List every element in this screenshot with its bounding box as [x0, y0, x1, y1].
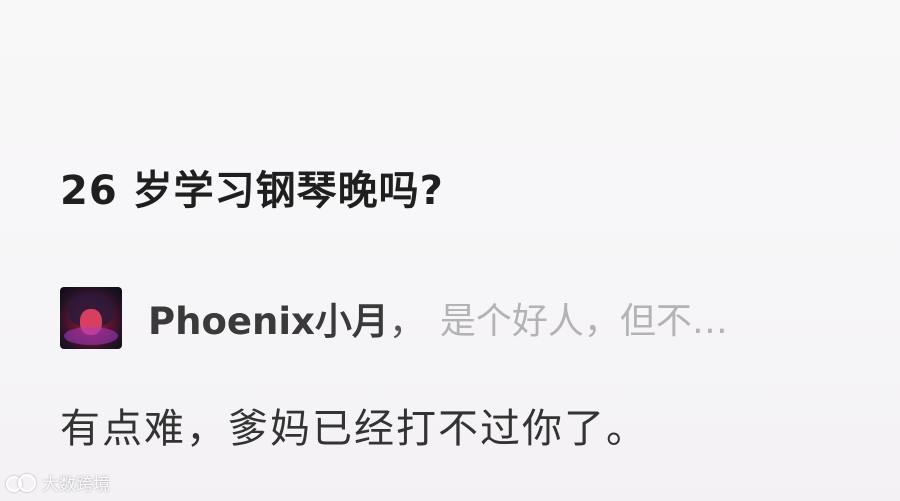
- brand-logo-icon: [6, 473, 36, 492]
- watermark-text: 大数跨境: [42, 475, 110, 495]
- page: 26 岁学习钢琴晚吗? Phoenix小月 ， 是个好人，但不… 有点难，爹妈已…: [0, 0, 900, 501]
- author-separator: ，: [388, 300, 426, 343]
- watermark: 大数跨境: [6, 470, 110, 495]
- answer-author-row[interactable]: Phoenix小月 ， 是个好人，但不…: [60, 285, 728, 351]
- author-name[interactable]: Phoenix小月: [148, 291, 389, 345]
- avatar[interactable]: [60, 287, 122, 349]
- author-bio: 是个好人，但不…: [439, 301, 728, 342]
- question-title[interactable]: 26 岁学习钢琴晚吗?: [60, 158, 444, 216]
- answer-text[interactable]: 有点难，爹妈已经打不过你了。: [60, 396, 648, 454]
